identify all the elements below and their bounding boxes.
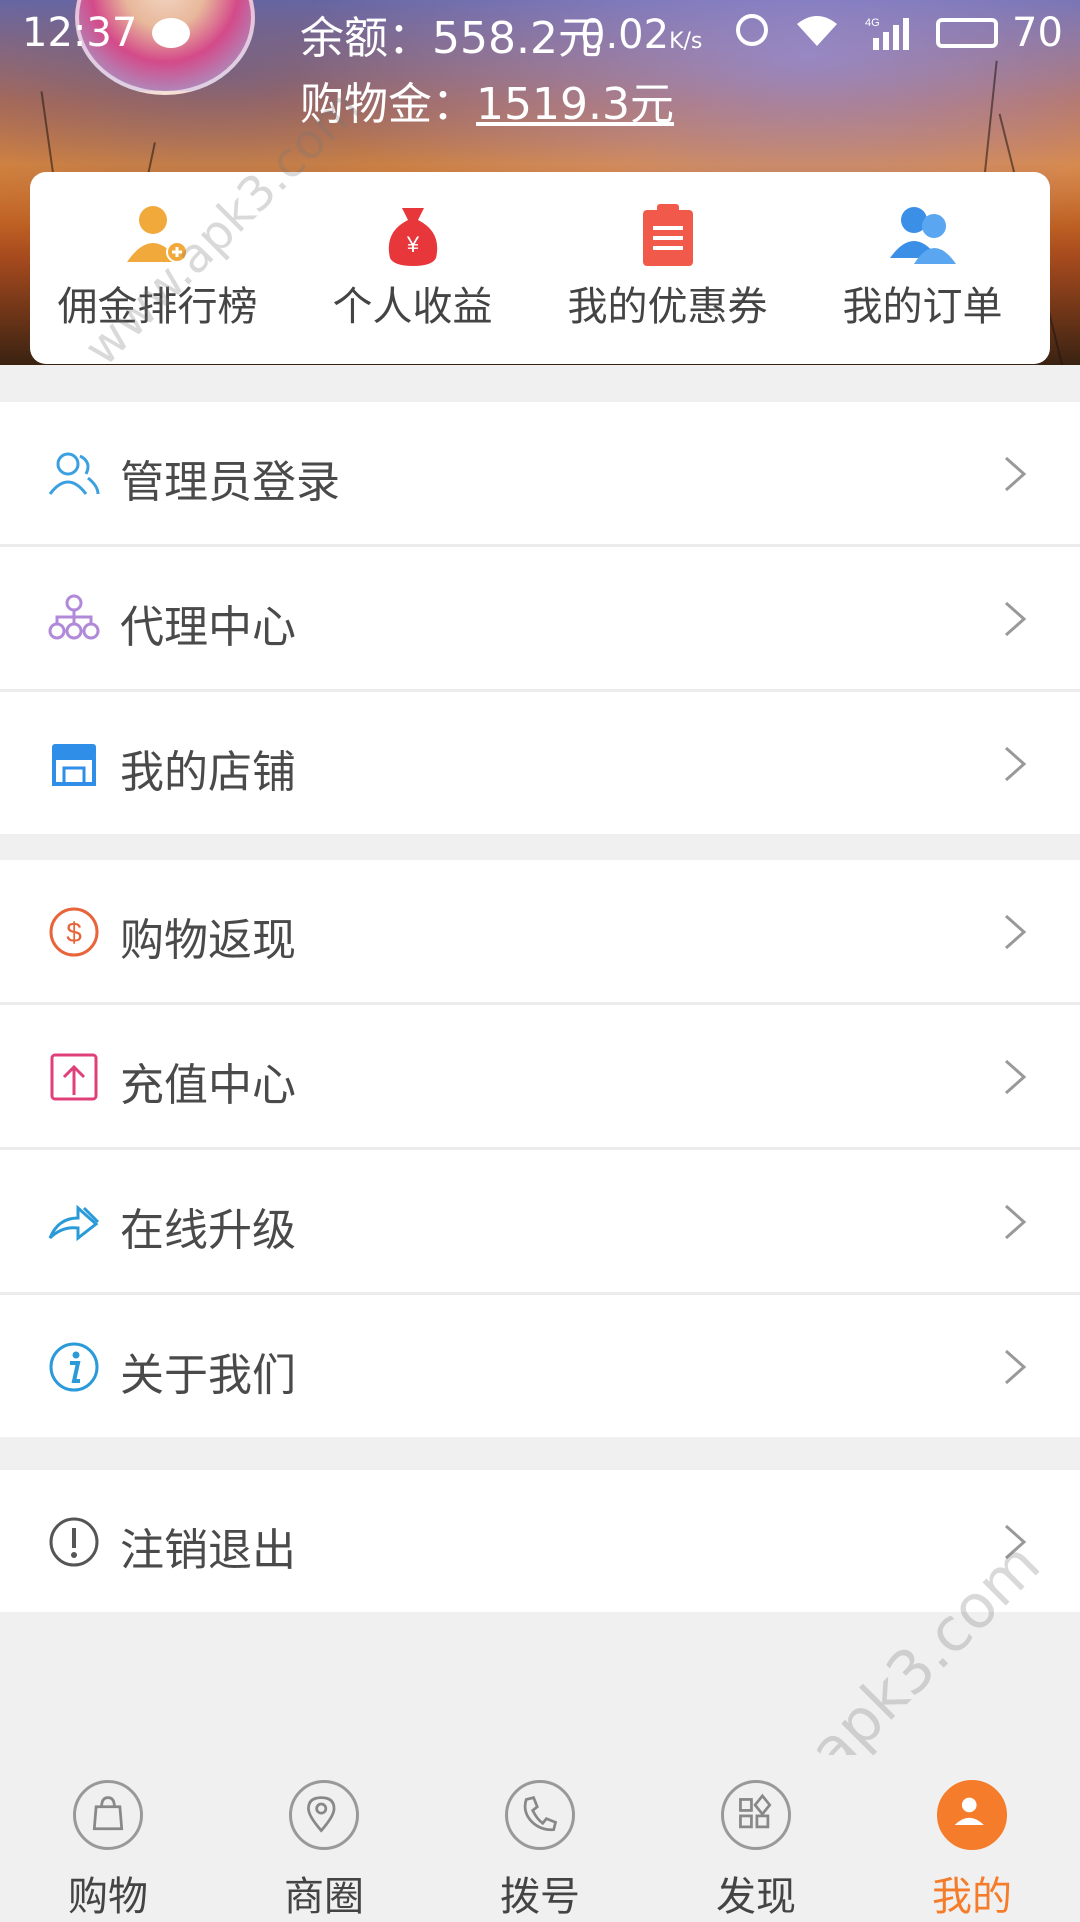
- tab-label: 发现: [716, 1874, 796, 1920]
- menu-item-agent-center[interactable]: 代理中心: [0, 547, 1080, 692]
- menu-item-label: 代理中心: [120, 602, 296, 653]
- tab-shopping[interactable]: 购物: [0, 1780, 216, 1922]
- org-chart-icon: [48, 594, 100, 640]
- network-speed-unit: K/s: [669, 29, 703, 54]
- menu-item-cashback[interactable]: $ 购物返现: [0, 860, 1080, 1005]
- chevron-right-icon: [1005, 601, 1027, 637]
- users-icon: [888, 202, 958, 268]
- menu-item-label: 管理员登录: [120, 457, 340, 508]
- alert-icon: [49, 1517, 99, 1567]
- signal-icon: 4G: [865, 17, 909, 50]
- network-type: 4G: [865, 17, 880, 29]
- phone-icon: [505, 1780, 575, 1850]
- battery-level: 70: [1012, 10, 1063, 56]
- forward-icon: [48, 1204, 100, 1242]
- svg-text:¥: ¥: [405, 232, 419, 257]
- menu-item-label: 我的店铺: [120, 747, 296, 798]
- menu-section-management: 管理员登录 代理中心 我的店铺: [0, 402, 1080, 834]
- shopping-gold-value[interactable]: 1519.3元: [476, 79, 674, 130]
- chevron-right-icon: [1005, 914, 1027, 950]
- menu-item-label: 充值中心: [120, 1060, 296, 1111]
- menu-item-my-store[interactable]: 我的店铺: [0, 692, 1080, 834]
- tab-discover[interactable]: 发现: [648, 1780, 864, 1922]
- alarm-icon: [736, 14, 768, 46]
- quick-action-my-coupons[interactable]: 我的优惠券: [540, 202, 795, 332]
- dollar-icon: $: [49, 907, 99, 957]
- menu-item-label: 购物返现: [120, 915, 296, 966]
- chevron-right-icon: [1005, 456, 1027, 492]
- quick-action-personal-earnings[interactable]: ¥ 个人收益: [285, 202, 540, 332]
- admin-icon: [48, 452, 100, 495]
- menu-item-online-upgrade[interactable]: 在线升级: [0, 1150, 1080, 1295]
- chevron-right-icon: [1005, 1204, 1027, 1240]
- quick-action-label: 我的优惠券: [567, 284, 768, 330]
- network-speed-value: 0.02: [580, 12, 670, 58]
- info-icon: [49, 1342, 99, 1392]
- battery-icon: [936, 18, 998, 48]
- quick-action-my-orders[interactable]: 我的订单: [795, 202, 1050, 332]
- upload-icon: [50, 1053, 98, 1101]
- person-icon: [937, 1780, 1007, 1850]
- wifi-icon: [797, 16, 837, 46]
- tab-label: 我的: [932, 1874, 1012, 1920]
- status-time: 12:37: [22, 10, 138, 56]
- menu-item-about-us[interactable]: 关于我们: [0, 1295, 1080, 1437]
- quick-action-label: 个人收益: [332, 284, 493, 330]
- status-bar: 12:37 0.02K/s 4G 70: [0, 0, 1080, 70]
- menu-section-services: $ 购物返现 充值中心 在线升级 关于我们: [0, 860, 1080, 1437]
- svg-text:$: $: [66, 917, 82, 948]
- chat-notification-icon: [152, 18, 190, 48]
- location-pin-icon: [289, 1780, 359, 1850]
- chevron-right-icon: [1005, 1349, 1027, 1385]
- tab-dial[interactable]: 拨号: [432, 1780, 648, 1922]
- tab-label: 购物: [68, 1874, 148, 1920]
- menu-item-label: 注销退出: [120, 1525, 296, 1576]
- menu-item-recharge-center[interactable]: 充值中心: [0, 1005, 1080, 1150]
- chevron-right-icon: [1005, 1059, 1027, 1095]
- menu-item-logout[interactable]: 注销退出: [0, 1470, 1080, 1612]
- menu-item-label: 关于我们: [120, 1350, 296, 1401]
- store-icon: [52, 744, 96, 786]
- shopping-bag-icon: [73, 1780, 143, 1850]
- chevron-right-icon: [1005, 746, 1027, 782]
- tab-business-circle[interactable]: 商圈: [216, 1780, 432, 1922]
- menu-item-admin-login[interactable]: 管理员登录: [0, 402, 1080, 547]
- bottom-tab-bar: 购物 商圈 拨号 发现 我的: [0, 1755, 1080, 1920]
- quick-action-label: 我的订单: [842, 284, 1003, 330]
- network-speed: 0.02K/s: [580, 12, 702, 58]
- menu-item-label: 在线升级: [120, 1205, 296, 1256]
- tab-mine[interactable]: 我的: [864, 1780, 1080, 1922]
- money-bag-icon: ¥: [378, 202, 448, 268]
- tab-label: 拨号: [500, 1874, 580, 1920]
- tab-label: 商圈: [284, 1874, 364, 1920]
- menu-section-account: 注销退出: [0, 1470, 1080, 1612]
- discover-icon: [721, 1780, 791, 1850]
- clipboard-icon: [633, 202, 703, 268]
